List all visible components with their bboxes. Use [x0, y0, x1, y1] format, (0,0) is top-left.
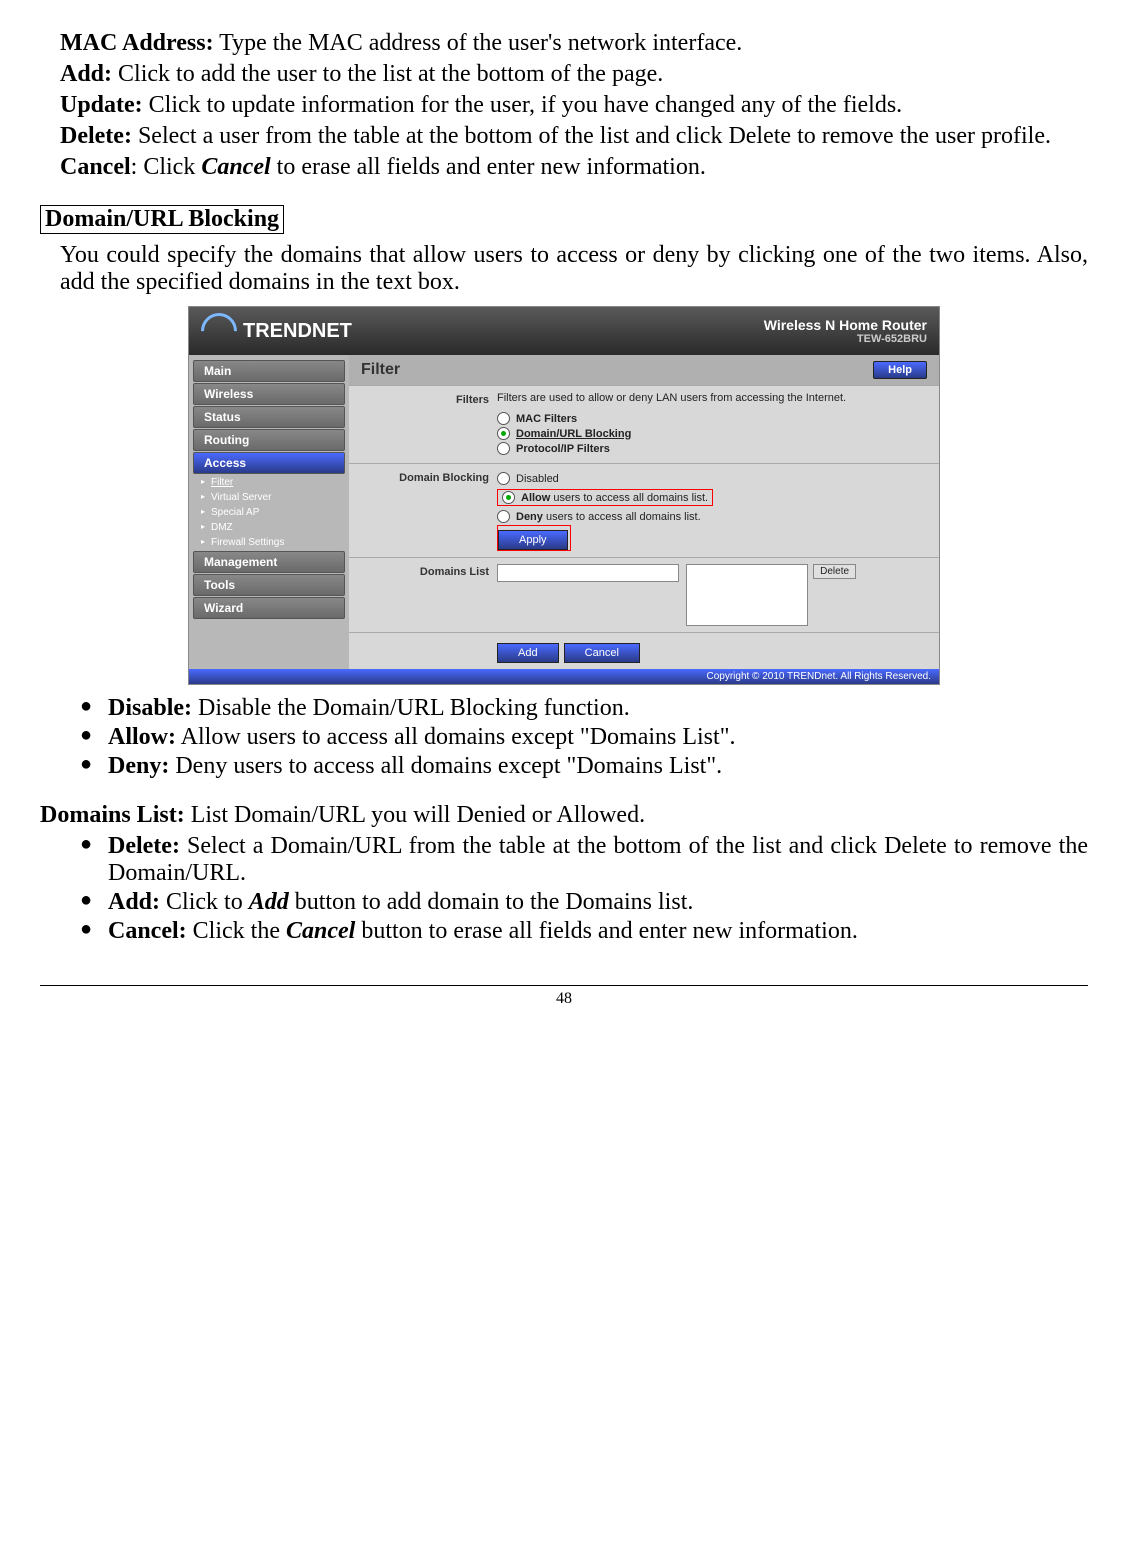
domains-list-section: Domains List Delete	[349, 557, 939, 632]
def-cancel: Cancel: Click Cancel to erase all fields…	[60, 154, 1088, 181]
radio-allow[interactable]: Allow users to access all domains list.	[497, 489, 713, 506]
sidebar-sub-dmz[interactable]: DMZ	[193, 520, 345, 535]
cancel-button[interactable]: Cancel	[564, 643, 640, 663]
filters-label: Filters	[349, 392, 497, 457]
radio-deny[interactable]: Deny users to access all domains list.	[497, 510, 939, 523]
radio-mac-filters[interactable]: MAC Filters	[497, 412, 939, 425]
filters-desc: Filters are used to allow or deny LAN us…	[497, 392, 939, 404]
bullet-cancel: Cancel: Click the Cancel button to erase…	[80, 918, 1088, 945]
radio-protocol-filters[interactable]: Protocol/IP Filters	[497, 442, 939, 455]
ss-footer: Copyright © 2010 TRENDnet. All Rights Re…	[189, 669, 939, 684]
bullet-deny: Deny: Deny users to access all domains e…	[80, 753, 1088, 780]
domains-listbox[interactable]	[686, 564, 808, 626]
radio-icon	[502, 491, 515, 504]
product-title: Wireless N Home Router	[764, 317, 927, 333]
label: Update:	[60, 92, 143, 118]
label: Cancel	[60, 154, 131, 180]
ss-header: TRENDNET Wireless N Home Router TEW-652B…	[189, 307, 939, 355]
sidebar-sub-virtual[interactable]: Virtual Server	[193, 490, 345, 505]
action: Cancel	[201, 154, 270, 180]
radio-icon	[497, 510, 510, 523]
text: Select a user from the table at the bott…	[132, 123, 1051, 149]
swirl-icon	[194, 306, 245, 357]
label: Delete:	[60, 123, 132, 149]
page-title-row: Filter Help	[349, 355, 939, 385]
sidebar-sub-firewall[interactable]: Firewall Settings	[193, 535, 345, 550]
bullet-delete: Delete: Select a Domain/URL from the tab…	[80, 833, 1088, 887]
sidebar-item-access[interactable]: Access	[193, 452, 345, 474]
text: Click to update information for the user…	[143, 92, 902, 118]
bullet-disable: Disable: Disable the Domain/URL Blocking…	[80, 695, 1088, 722]
bottom-buttons: Add Cancel	[349, 632, 939, 669]
section-header: Domain/URL Blocking	[40, 205, 284, 234]
bullets-1: Disable: Disable the Domain/URL Blocking…	[80, 695, 1088, 780]
apply-button[interactable]: Apply	[498, 530, 568, 550]
radio-disabled[interactable]: Disabled	[497, 472, 939, 485]
add-button[interactable]: Add	[497, 643, 559, 663]
domain-blocking-section: Domain Blocking Disabled Allow users to …	[349, 463, 939, 557]
page-number: 48	[40, 985, 1088, 1008]
label: Add:	[60, 61, 112, 87]
filters-section: Filters Filters are used to allow or den…	[349, 385, 939, 463]
bullet-allow: Allow: Allow users to access all domains…	[80, 724, 1088, 751]
sidebar-item-status[interactable]: Status	[193, 406, 345, 428]
sidebar-item-management[interactable]: Management	[193, 551, 345, 573]
label: MAC Address:	[60, 30, 214, 56]
text: Type the MAC address of the user's netwo…	[214, 30, 743, 56]
sidebar-item-routing[interactable]: Routing	[193, 429, 345, 451]
radio-domain-blocking[interactable]: Domain/URL Blocking	[497, 427, 939, 440]
def-update: Update: Click to update information for …	[60, 92, 1088, 119]
section-intro: You could specify the domains that allow…	[60, 242, 1088, 296]
sidebar-sub-filter[interactable]: Filter	[193, 475, 345, 490]
radio-icon	[497, 472, 510, 485]
domain-blocking-label: Domain Blocking	[349, 470, 497, 551]
colon: : Click	[131, 154, 202, 180]
tail: to erase all fields and enter new inform…	[271, 154, 706, 180]
sidebar: Main Wireless Status Routing Access Filt…	[189, 355, 349, 669]
def-delete: Delete: Select a user from the table at …	[60, 123, 1088, 150]
radio-icon	[497, 427, 510, 440]
brand-text: TRENDNET	[243, 320, 352, 343]
main-panel: Filter Help Filters Filters are used to …	[349, 355, 939, 669]
domains-list-heading: Domains List: List Domain/URL you will D…	[40, 802, 1088, 829]
domain-input[interactable]	[497, 564, 679, 582]
def-add: Add: Click to add the user to the list a…	[60, 61, 1088, 88]
text: Click to add the user to the list at the…	[112, 61, 663, 87]
sidebar-item-wizard[interactable]: Wizard	[193, 597, 345, 619]
model: TEW-652BRU	[764, 333, 927, 345]
page-title: Filter	[361, 361, 400, 379]
sidebar-item-main[interactable]: Main	[193, 360, 345, 382]
radio-icon	[497, 442, 510, 455]
domains-list-label: Domains List	[349, 564, 497, 626]
radio-icon	[497, 412, 510, 425]
delete-button[interactable]: Delete	[813, 564, 856, 579]
bullets-2: Delete: Select a Domain/URL from the tab…	[80, 833, 1088, 945]
router-screenshot: TRENDNET Wireless N Home Router TEW-652B…	[188, 306, 940, 685]
bullet-add: Add: Click to Add button to add domain t…	[80, 889, 1088, 916]
product-title-block: Wireless N Home Router TEW-652BRU	[764, 317, 927, 345]
help-button[interactable]: Help	[873, 361, 927, 379]
brand-logo: TRENDNET	[201, 313, 352, 349]
sidebar-item-wireless[interactable]: Wireless	[193, 383, 345, 405]
sidebar-item-tools[interactable]: Tools	[193, 574, 345, 596]
def-mac: MAC Address: Type the MAC address of the…	[60, 30, 1088, 57]
sidebar-sub-special[interactable]: Special AP	[193, 505, 345, 520]
